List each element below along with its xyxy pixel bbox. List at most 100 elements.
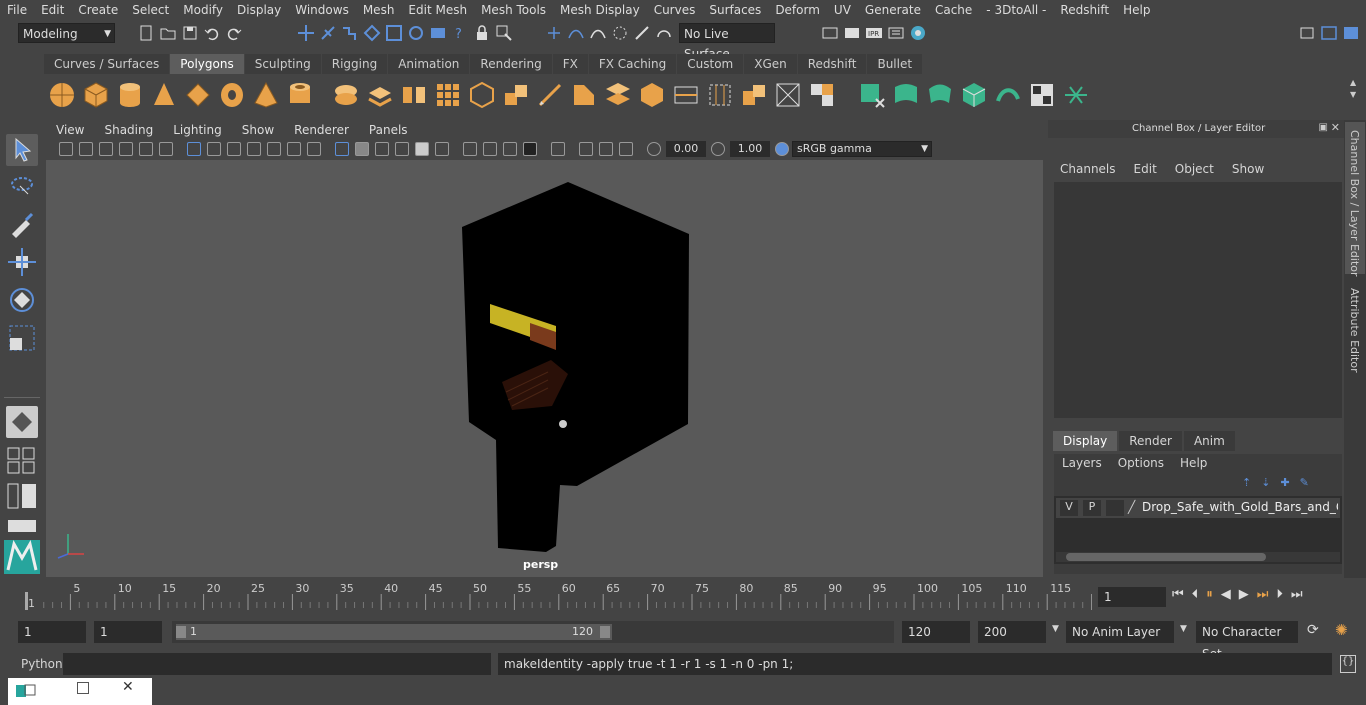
save-scene-icon[interactable]	[181, 24, 199, 42]
wireframe-on-shaded-icon[interactable]	[375, 142, 389, 156]
menu-select[interactable]: Select	[125, 3, 176, 17]
time-slider[interactable]: 1 5 10 15 20 25 30 35 40 45 50 55 60 65 70 75 80 85 90 95 10…	[18, 580, 1109, 610]
shadows-icon[interactable]	[435, 142, 449, 156]
render-view-icon[interactable]	[821, 24, 839, 42]
vp-menu-view[interactable]: View	[46, 123, 94, 137]
offset-edge-icon[interactable]	[706, 81, 734, 109]
poly-pipe-icon[interactable]	[286, 81, 314, 109]
menu-mesh-tools[interactable]: Mesh Tools	[474, 3, 553, 17]
close-icon[interactable]: ✕	[122, 679, 134, 695]
menu-help[interactable]: Help	[1116, 3, 1157, 17]
shelf-tab-fx-caching[interactable]: FX Caching	[588, 54, 677, 74]
chevron-down-icon[interactable]: ▼	[1350, 90, 1356, 99]
vp-menu-panels[interactable]: Panels	[359, 123, 418, 137]
cb-menu-show[interactable]: Show	[1232, 162, 1264, 176]
shelf-tab-xgen[interactable]: XGen	[744, 54, 797, 74]
chevron-down-icon[interactable]: ▼	[1052, 624, 1059, 634]
bevel-icon[interactable]	[570, 81, 598, 109]
gamma-icon[interactable]	[711, 142, 725, 156]
shelf-tab-curves-surfaces[interactable]: Curves / Surfaces	[44, 54, 170, 74]
shelf-tab-redshift[interactable]: Redshift	[797, 54, 867, 74]
resolution-gate-icon[interactable]	[227, 142, 241, 156]
current-time-indicator[interactable]	[25, 592, 28, 610]
go-to-end-icon[interactable]: ⏭	[1291, 587, 1303, 602]
play-backwards-icon[interactable]: ◀	[1221, 587, 1231, 602]
combine-icon[interactable]	[332, 81, 360, 109]
playback-end-field[interactable]: 120	[902, 621, 970, 643]
undo-icon[interactable]	[203, 24, 221, 42]
auto-key-icon[interactable]: ⟳	[1307, 622, 1319, 638]
uv-planar-icon[interactable]	[858, 81, 886, 109]
render-frame-icon[interactable]	[843, 24, 861, 42]
range-handle-right[interactable]	[600, 626, 610, 638]
field-chart-icon[interactable]	[267, 142, 281, 156]
vp-menu-renderer[interactable]: Renderer	[284, 123, 359, 137]
menu-modify[interactable]: Modify	[176, 3, 230, 17]
chevron-down-icon[interactable]: ▼	[1180, 624, 1187, 634]
anti-aliasing-icon[interactable]	[503, 142, 517, 156]
float-icon[interactable]: ▣	[1319, 122, 1328, 133]
poly-plane-icon[interactable]	[184, 81, 212, 109]
menu-file[interactable]: File	[0, 3, 34, 17]
motion-blur-icon[interactable]	[483, 142, 497, 156]
select-by-object-icon[interactable]	[319, 24, 337, 42]
safe-action-icon[interactable]	[287, 142, 301, 156]
preferences-icon[interactable]: ✺	[1335, 621, 1348, 639]
layer-menu-help[interactable]: Help	[1180, 456, 1207, 470]
uv-spherical-icon[interactable]	[926, 81, 954, 109]
range-slider-track[interactable]: 1 120	[176, 624, 612, 640]
shelf-tab-sculpting[interactable]: Sculpting	[244, 54, 321, 74]
grease-pencil-icon[interactable]	[159, 142, 173, 156]
menu-create[interactable]: Create	[71, 3, 125, 17]
snap-to-surface-icon[interactable]: ?	[451, 24, 469, 42]
snap-view-plane-icon[interactable]	[633, 24, 651, 42]
tab-display[interactable]: Display	[1053, 431, 1118, 451]
uv-cylindrical-icon[interactable]	[892, 81, 920, 109]
menu-uv[interactable]: UV	[827, 3, 858, 17]
history-icon[interactable]	[545, 24, 563, 42]
layer-display-type-toggle[interactable]	[1106, 500, 1124, 516]
snap-to-point-icon[interactable]	[407, 24, 425, 42]
layer-menu-options[interactable]: Options	[1118, 456, 1164, 470]
poly-pyramid-icon[interactable]	[252, 81, 280, 109]
append-icon[interactable]	[638, 81, 666, 109]
snap-to-grid-icon[interactable]	[363, 24, 381, 42]
snap-curve-icon[interactable]	[567, 24, 585, 42]
menu-deform[interactable]: Deform	[768, 3, 827, 17]
scale-tool-icon[interactable]	[6, 322, 38, 354]
menu-edit-mesh[interactable]: Edit Mesh	[401, 3, 474, 17]
xray-joints-icon[interactable]	[599, 142, 613, 156]
new-empty-layer-icon[interactable]: ✚	[1280, 476, 1289, 489]
menu-3dtoall[interactable]: - 3DtoAll -	[979, 3, 1053, 17]
step-forward-key-icon[interactable]: ⏭	[1257, 587, 1269, 602]
live-surface-field[interactable]: No Live Surface	[679, 23, 775, 61]
layer-name[interactable]: Drop_Safe_with_Gold_Bars_and_Cash	[1142, 500, 1338, 514]
exposure-icon[interactable]	[647, 142, 661, 156]
new-scene-icon[interactable]	[137, 24, 155, 42]
layer-visibility-toggle[interactable]: V	[1060, 500, 1078, 516]
menu-edit[interactable]: Edit	[34, 3, 71, 17]
render-settings-icon[interactable]	[887, 24, 905, 42]
layer-color-swatch-icon[interactable]: ╱	[1128, 500, 1135, 514]
menu-windows[interactable]: Windows	[288, 3, 356, 17]
vp-menu-show[interactable]: Show	[232, 123, 284, 137]
menu-surfaces[interactable]: Surfaces	[702, 3, 768, 17]
scene-end-field[interactable]: 200	[978, 621, 1046, 643]
layout-outliner-icon[interactable]	[6, 482, 38, 510]
shelf-scroll[interactable]: ▲ ▼	[1348, 78, 1360, 112]
redo-icon[interactable]	[225, 24, 243, 42]
shelf-tab-rendering[interactable]: Rendering	[470, 54, 552, 74]
reduce-icon[interactable]	[468, 81, 496, 109]
range-handle-left[interactable]	[176, 626, 186, 638]
camera-icon[interactable]	[59, 142, 73, 156]
maximize-icon[interactable]	[77, 682, 89, 694]
go-to-start-icon[interactable]: ⏮	[1172, 587, 1184, 602]
shelf-tab-bullet[interactable]: Bullet	[867, 54, 923, 74]
move-layer-down-icon[interactable]: ⇣	[1261, 476, 1270, 489]
snap-point-icon[interactable]	[589, 24, 607, 42]
color-management-icon[interactable]	[775, 142, 789, 156]
range-slider[interactable]: 1 120	[172, 621, 894, 643]
snap-to-view-icon[interactable]	[429, 24, 447, 42]
script-language-label[interactable]: Python	[21, 657, 63, 671]
poke-icon[interactable]	[740, 81, 768, 109]
